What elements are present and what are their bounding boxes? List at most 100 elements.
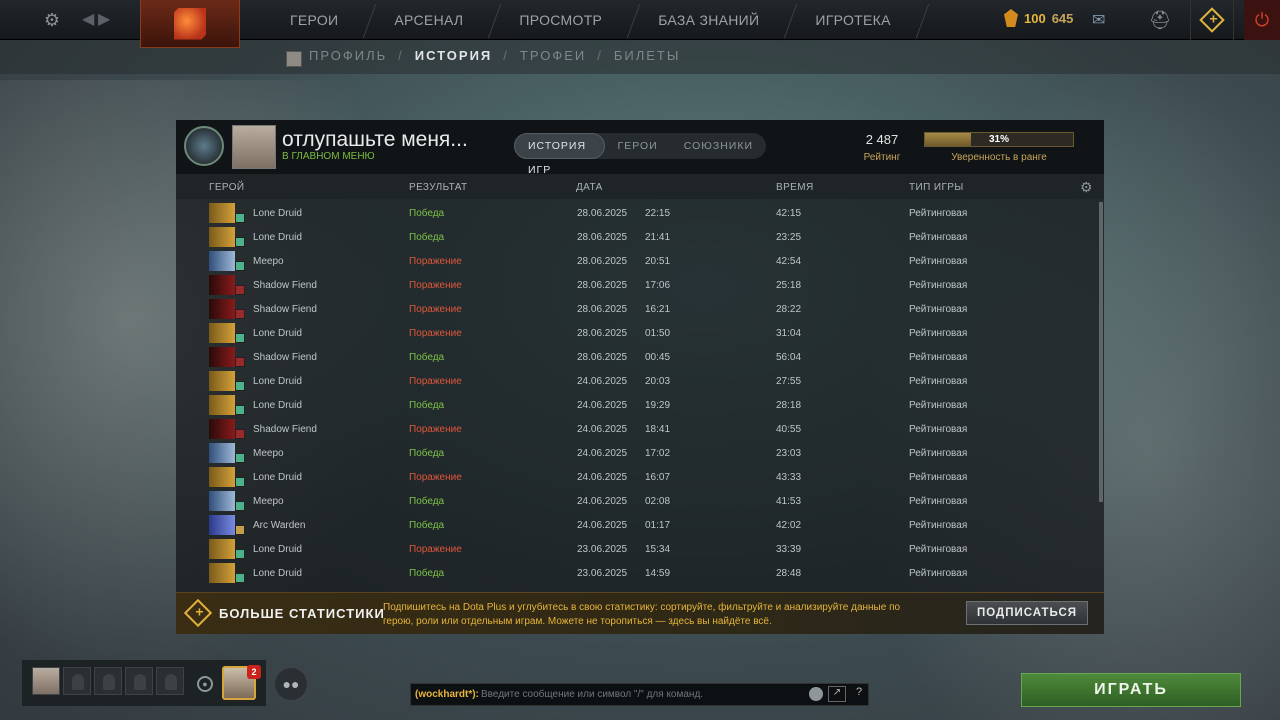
match-duration: 25:18 xyxy=(776,280,802,291)
scrollbar[interactable] xyxy=(1099,202,1103,502)
match-type: Рейтинговая xyxy=(909,376,968,387)
hero-name: Shadow Fiend xyxy=(253,280,317,291)
role-icon xyxy=(235,405,245,415)
rating-value: 2 487 xyxy=(865,132,899,147)
power-icon[interactable]: ⏻ xyxy=(1244,0,1280,40)
header-result[interactable]: РЕЗУЛЬТАТ xyxy=(409,182,468,193)
table-row[interactable]: Lone Druid Победа 28.06.2025 22:15 42:15 Рейт… xyxy=(176,201,1096,225)
table-row[interactable]: Shadow Fiend Поражение 28.06.2025 17:06 25:1… xyxy=(176,273,1096,297)
match-result: Победа xyxy=(409,496,445,507)
play-button[interactable]: ИГРАТЬ xyxy=(1021,673,1241,707)
hero-name: Meepo xyxy=(253,496,284,507)
hero-portrait xyxy=(209,563,245,583)
party-slot[interactable] xyxy=(94,667,122,695)
role-icon xyxy=(235,213,245,223)
hero-name: Shadow Fiend xyxy=(253,424,317,435)
avatar[interactable] xyxy=(32,667,60,695)
table-row[interactable]: Shadow Fiend Победа 28.06.2025 00:45 56:04 Ре… xyxy=(176,345,1096,369)
match-type: Рейтинговая xyxy=(909,472,968,483)
table-row[interactable]: Lone Druid Поражение 28.06.2025 01:50 31:04 Р… xyxy=(176,321,1096,345)
match-time: 19:29 xyxy=(645,400,671,411)
match-type: Рейтинговая xyxy=(909,568,968,579)
headphones-icon[interactable]: ● xyxy=(197,676,213,692)
tab-allies[interactable]: СОЮЗНИКИ xyxy=(671,133,766,159)
table-row[interactable]: Lone Druid Победа 24.06.2025 19:29 28:18 Рейт… xyxy=(176,393,1096,417)
help-icon[interactable]: ? xyxy=(851,686,867,702)
currency-display[interactable]: 100 645 xyxy=(1004,9,1073,27)
dota-plus-icon[interactable] xyxy=(1190,0,1234,40)
table-row[interactable]: Lone Druid Поражение 23.06.2025 15:34 33:39 Р… xyxy=(176,537,1096,561)
currency-b: 645 xyxy=(1051,10,1074,26)
nav-watch[interactable]: ПРОСМОТР xyxy=(491,0,630,40)
match-result: Победа xyxy=(409,520,445,531)
role-icon xyxy=(235,501,245,511)
expand-icon[interactable]: ↗ xyxy=(828,686,846,702)
currency-a: 100 xyxy=(1024,10,1046,26)
match-time: 02:08 xyxy=(645,496,671,507)
confidence-label: Уверенность в ранге xyxy=(951,152,1047,163)
table-row[interactable]: Lone Druid Поражение 24.06.2025 20:03 27:55 Р… xyxy=(176,369,1096,393)
chat-input[interactable]: (wockhardt*): Введите сообщение или симв… xyxy=(410,683,869,706)
table-row[interactable]: Lone Druid Поражение 24.06.2025 16:07 43:33 Р… xyxy=(176,465,1096,489)
subnav-trophies[interactable]: ТРОФЕИ xyxy=(520,48,586,63)
friends-icon[interactable]: ●● xyxy=(273,666,309,702)
hero-name: Lone Druid xyxy=(253,544,302,555)
hero-portrait xyxy=(209,347,245,367)
match-time: 16:07 xyxy=(645,472,671,483)
table-row[interactable]: Lone Druid Победа 23.06.2025 14:59 28:48 Рейт… xyxy=(176,561,1096,585)
header-date[interactable]: ДАТА xyxy=(576,182,603,193)
hero-portrait xyxy=(209,299,245,319)
hero-portrait xyxy=(209,419,245,439)
armory-icon[interactable]: ⛑ xyxy=(1138,0,1182,40)
header-duration[interactable]: ВРЕМЯ xyxy=(776,182,814,193)
match-duration: 28:22 xyxy=(776,304,802,315)
match-type: Рейтинговая xyxy=(909,400,968,411)
nav-armory[interactable]: АРСЕНАЛ xyxy=(366,0,491,40)
tab-match-history[interactable]: ИСТОРИЯ ИГР xyxy=(514,133,605,176)
dota-logo[interactable] xyxy=(140,0,240,48)
match-type: Рейтинговая xyxy=(909,232,968,243)
avatar[interactable] xyxy=(232,125,276,169)
subnav-profile[interactable]: ПРОФИЛЬ xyxy=(309,48,387,63)
table-row[interactable]: Meepo Поражение 28.06.2025 20:51 42:54 Рейтин… xyxy=(176,249,1096,273)
match-date: 24.06.2025 xyxy=(577,424,628,435)
match-time: 20:03 xyxy=(645,376,671,387)
nav-arcade[interactable]: ИГРОТЕКА xyxy=(787,0,918,40)
hero-name: Meepo xyxy=(253,448,284,459)
hero-portrait xyxy=(209,371,245,391)
match-duration: 27:55 xyxy=(776,376,802,387)
role-icon xyxy=(235,357,245,367)
tab-heroes[interactable]: ГЕРОИ xyxy=(605,133,671,159)
emoji-icon[interactable] xyxy=(809,687,823,701)
banner-title: БОЛЬШЕ СТАТИСТИКИ xyxy=(219,606,385,621)
table-row[interactable]: Meepo Победа 24.06.2025 17:02 23:03 Рейтингов… xyxy=(176,441,1096,465)
arrow-right-icon[interactable]: ▶ xyxy=(98,10,112,30)
match-type: Рейтинговая xyxy=(909,328,968,339)
nav-knowledge-base[interactable]: БАЗА ЗНАНИЙ xyxy=(630,0,787,40)
gear-icon[interactable]: ⚙ xyxy=(42,10,62,30)
table-row[interactable]: Shadow Fiend Поражение 24.06.2025 18:41 40:5… xyxy=(176,417,1096,441)
table-row[interactable]: Meepo Победа 24.06.2025 02:08 41:53 Рейтингов… xyxy=(176,489,1096,513)
match-result: Победа xyxy=(409,568,445,579)
table-row[interactable]: Lone Druid Победа 28.06.2025 21:41 23:25 Рейт… xyxy=(176,225,1096,249)
subnav-history[interactable]: ИСТОРИЯ xyxy=(415,48,493,63)
subnav-tickets[interactable]: БИЛЕТЫ xyxy=(614,48,681,63)
arrow-left-icon[interactable]: ◀ xyxy=(82,10,96,30)
table-row[interactable]: Shadow Fiend Поражение 28.06.2025 16:21 28:2… xyxy=(176,297,1096,321)
header-game-type[interactable]: ТИП ИГРЫ xyxy=(909,182,964,193)
subscribe-button[interactable]: ПОДПИСАТЬСЯ xyxy=(966,601,1088,625)
match-result: Поражение xyxy=(409,328,462,339)
header-hero[interactable]: ГЕРОЙ xyxy=(209,182,245,193)
match-result: Поражение xyxy=(409,280,462,291)
dota-plus-banner: БОЛЬШЕ СТАТИСТИКИ Подпишитесь на Dota Pl… xyxy=(176,592,1104,634)
match-result: Победа xyxy=(409,400,445,411)
gear-icon[interactable]: ⚙ xyxy=(1080,179,1093,196)
nav-heroes[interactable]: ГЕРОИ xyxy=(262,0,366,40)
match-type: Рейтинговая xyxy=(909,280,968,291)
dota-plus-icon xyxy=(183,598,213,628)
party-slot[interactable] xyxy=(63,667,91,695)
party-slot[interactable] xyxy=(156,667,184,695)
chat-icon[interactable]: ✉ xyxy=(1092,10,1118,30)
table-row[interactable]: Arc Warden Победа 24.06.2025 01:17 42:02 Рейт… xyxy=(176,513,1096,537)
party-slot[interactable] xyxy=(125,667,153,695)
